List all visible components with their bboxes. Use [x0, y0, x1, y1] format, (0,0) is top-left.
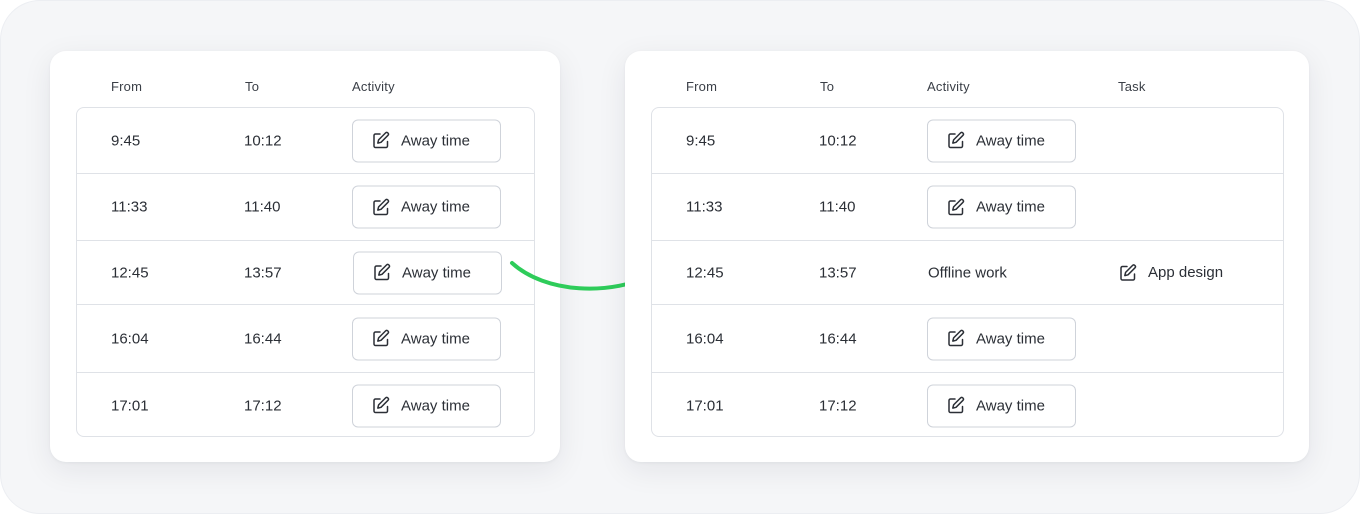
activity-button-label: Away time [401, 198, 470, 216]
timesheet-table-after: 9:45 10:12 Away time 11:33 11:40 Away ti… [651, 107, 1284, 437]
column-header-activity: Activity [352, 79, 395, 94]
cell-to: 10:12 [819, 132, 857, 149]
cell-from: 11:33 [686, 198, 723, 216]
cell-from: 9:45 [686, 132, 716, 149]
activity-button[interactable]: Away time [927, 119, 1076, 162]
timesheet-card-before: From To Activity 9:45 10:12 Away time 11… [50, 51, 560, 462]
edit-icon [946, 131, 966, 151]
cell-from: 9:45 [111, 132, 141, 149]
timesheet-card-after: From To Activity Task 9:45 10:12 Away ti… [625, 51, 1309, 462]
activity-button[interactable]: Away time [927, 384, 1076, 427]
edit-icon [946, 396, 966, 416]
edit-icon [371, 396, 391, 416]
cell-from: 12:45 [111, 264, 149, 281]
edit-icon [372, 263, 392, 283]
activity-button[interactable]: Away time [352, 384, 501, 427]
activity-button[interactable]: Away time [352, 119, 501, 162]
cell-from: 17:01 [111, 397, 149, 414]
table-row: 12:45 13:57 Away time [77, 241, 534, 305]
cell-to: 11:40 [244, 198, 281, 216]
activity-button[interactable]: Away time [353, 251, 502, 294]
cell-from: 11:33 [111, 198, 148, 216]
column-header-to: To [820, 79, 835, 94]
cell-to: 10:12 [244, 132, 282, 149]
cell-activity: Offline work [928, 264, 1007, 281]
column-header-task: Task [1118, 79, 1146, 94]
cell-from: 16:04 [686, 330, 724, 347]
cell-to: 13:57 [244, 264, 282, 281]
cell-from: 12:45 [686, 264, 724, 281]
table-row: 17:01 17:12 Away time [652, 373, 1283, 436]
cell-from: 16:04 [111, 330, 149, 347]
edit-icon [946, 329, 966, 349]
activity-button[interactable]: Away time [927, 317, 1076, 360]
cell-to: 16:44 [819, 330, 857, 347]
column-header-from: From [686, 79, 718, 94]
task-link[interactable]: App design [1118, 263, 1223, 283]
column-header-from: From [111, 79, 143, 94]
cell-to: 17:12 [819, 397, 857, 414]
table-row: 17:01 17:12 Away time [77, 373, 534, 436]
edit-icon [946, 197, 966, 217]
column-header-activity: Activity [927, 79, 970, 94]
cell-to: 13:57 [819, 264, 857, 281]
activity-button-label: Away time [976, 397, 1045, 414]
cell-to: 17:12 [244, 397, 282, 414]
table-row: 9:45 10:12 Away time [652, 108, 1283, 174]
activity-button-label: Away time [401, 132, 470, 149]
table-row: 16:04 16:44 Away time [77, 305, 534, 373]
cell-to: 11:40 [819, 198, 856, 216]
task-link-label: App design [1148, 264, 1224, 281]
edit-icon [371, 197, 391, 217]
activity-button[interactable]: Away time [927, 185, 1076, 229]
activity-button[interactable]: Away time [352, 185, 501, 229]
edit-icon [371, 329, 391, 349]
edit-icon [371, 131, 391, 151]
activity-button-label: Away time [976, 132, 1045, 149]
table-row: 16:04 16:44 Away time [652, 305, 1283, 373]
activity-button-label: Away time [976, 330, 1045, 347]
cell-from: 17:01 [686, 397, 724, 414]
activity-button-label: Away time [401, 330, 470, 347]
edit-icon [1118, 263, 1138, 283]
timesheet-table-before: 9:45 10:12 Away time 11:33 11:40 Away ti… [76, 107, 535, 437]
table-row: 11:33 11:40 Away time [77, 174, 534, 241]
column-header-to: To [245, 79, 260, 94]
table-row: 9:45 10:12 Away time [77, 108, 534, 174]
cell-to: 16:44 [244, 330, 282, 347]
activity-button-label: Away time [402, 264, 471, 281]
activity-button-label: Away time [976, 198, 1045, 216]
table-row: 11:33 11:40 Away time [652, 174, 1283, 241]
table-row: 12:45 13:57 Offline work App design [652, 241, 1283, 305]
activity-button[interactable]: Away time [352, 317, 501, 360]
activity-button-label: Away time [401, 397, 470, 414]
